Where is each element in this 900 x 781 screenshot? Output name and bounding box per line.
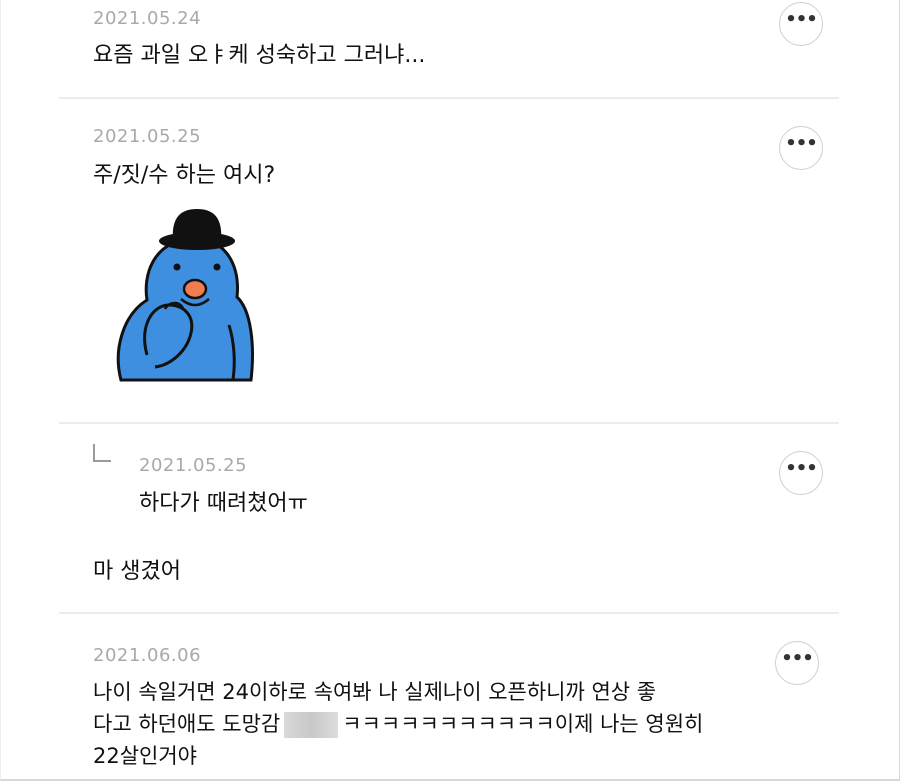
divider: [59, 97, 839, 99]
comment-date: 2021.06.06: [93, 645, 202, 666]
comment-text: 주/짓/수 하는 여시?: [93, 163, 276, 188]
comment-text-segment: ㅋㅋㅋㅋㅋㅋㅋㅋㅋㅋㅋ이제 나는 영원히: [342, 712, 704, 736]
comment-text-line: 다고 하던애도 도망감 ㅋㅋㅋㅋㅋㅋㅋㅋㅋㅋㅋ이제 나는 영원히: [93, 706, 703, 742]
blue-character-hat-sticker-icon: [116, 209, 254, 382]
comment-date: 2021.05.25: [93, 126, 202, 147]
more-icon: •••: [785, 133, 818, 154]
blurred-region: [284, 712, 339, 738]
comment-text: 요즘 과일 오ㅑ케 성숙하고 그러냐...: [93, 43, 426, 68]
divider: [59, 422, 839, 424]
comment-text: 하다가 때려쳤어ㅠ: [139, 491, 308, 516]
divider: [59, 612, 839, 614]
more-icon: •••: [781, 648, 814, 669]
comment-text: 마 생겼어: [93, 559, 181, 584]
reply-arrow-icon: [93, 444, 111, 462]
more-icon: •••: [785, 458, 818, 479]
comment-text-segment: 다고 하던애도 도망감: [93, 712, 281, 736]
comment-date: 2021.05.24: [93, 8, 202, 29]
more-options-button[interactable]: •••: [779, 2, 823, 46]
more-options-button[interactable]: •••: [779, 126, 823, 170]
comment-list: 2021.05.24 요즘 과일 오ㅑ케 성숙하고 그러냐... ••• 202…: [0, 0, 900, 781]
comment-text-line: 22살인거야: [93, 744, 198, 768]
comment-date: 2021.05.25: [139, 455, 248, 476]
comment-text-line: 나이 속일거면 24이하로 속여봐 나 실제나이 오픈하니까 연상 좋: [93, 680, 657, 704]
more-options-button[interactable]: •••: [779, 451, 823, 495]
more-icon: •••: [785, 9, 818, 30]
more-options-button[interactable]: •••: [775, 641, 819, 685]
